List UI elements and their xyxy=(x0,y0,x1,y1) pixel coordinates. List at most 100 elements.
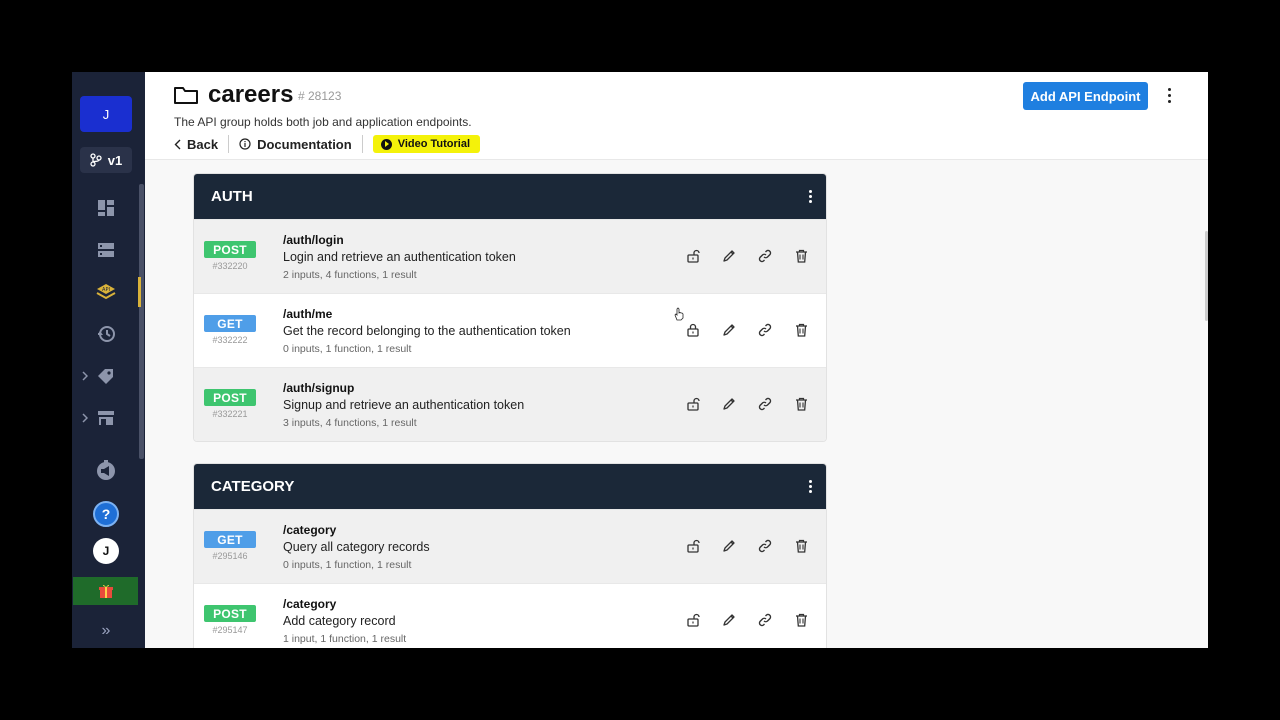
documentation-label: Documentation xyxy=(257,136,352,152)
chevron-right-icon[interactable] xyxy=(80,369,90,383)
video-tutorial-label: Video Tutorial xyxy=(397,138,471,150)
chevron-left-icon xyxy=(174,139,181,149)
delete-icon[interactable] xyxy=(792,537,810,555)
endpoint-id: #295147 xyxy=(212,625,248,635)
documentation-link[interactable]: Documentation xyxy=(239,137,352,152)
group-options-icon[interactable] xyxy=(809,190,812,203)
api-icon[interactable]: API xyxy=(92,278,120,306)
svg-text:API: API xyxy=(102,287,110,293)
help-icon[interactable]: ? xyxy=(93,501,119,527)
endpoint-meta: 3 inputs, 4 functions, 1 result xyxy=(283,417,417,429)
endpoint-description: Query all category records xyxy=(283,540,430,554)
link-icon[interactable] xyxy=(756,395,774,413)
endpoint-row[interactable]: GET #295146/category Query all category re… xyxy=(194,509,826,583)
delete-icon[interactable] xyxy=(792,395,810,413)
endpoint-row[interactable]: POST #332221/auth/signup Signup and retrie… xyxy=(194,367,826,441)
edit-icon[interactable] xyxy=(720,537,738,555)
lock-icon[interactable] xyxy=(684,321,702,339)
endpoint-actions xyxy=(684,247,810,265)
edit-icon[interactable] xyxy=(720,611,738,629)
endpoint-path[interactable]: /auth/me xyxy=(283,307,332,321)
method-badge: POST xyxy=(204,241,256,258)
link-icon[interactable] xyxy=(756,321,774,339)
unlock-icon[interactable] xyxy=(684,247,702,265)
branch-label: v1 xyxy=(107,152,123,168)
chevron-right-icon[interactable] xyxy=(80,411,90,425)
endpoint-group: CATEGORY GET #295146/category Query all cat… xyxy=(193,463,827,648)
endpoint-row[interactable]: POST #332220/auth/login Login and retrieve… xyxy=(194,219,826,293)
info-icon xyxy=(239,138,251,150)
announcement-icon[interactable] xyxy=(92,456,120,484)
group-header[interactable]: CATEGORY xyxy=(194,464,826,509)
group-header[interactable]: AUTH xyxy=(194,174,826,219)
link-icon[interactable] xyxy=(756,611,774,629)
branch-icon xyxy=(90,153,102,167)
method-badge: GET xyxy=(204,531,256,548)
delete-icon[interactable] xyxy=(792,247,810,265)
unlock-icon[interactable] xyxy=(684,537,702,555)
endpoint-id: #332222 xyxy=(212,335,248,345)
back-link[interactable]: Back xyxy=(174,137,218,152)
delete-icon[interactable] xyxy=(792,611,810,629)
delete-icon[interactable] xyxy=(792,321,810,339)
endpoint-meta: 0 inputs, 1 function, 1 result xyxy=(283,559,412,571)
unlock-icon[interactable] xyxy=(684,611,702,629)
user-avatar[interactable]: J xyxy=(93,538,119,564)
endpoint-actions xyxy=(684,537,810,555)
dashboard-icon[interactable] xyxy=(92,194,120,222)
method-badge: POST xyxy=(204,389,256,406)
add-api-endpoint-button[interactable]: Add API Endpoint xyxy=(1023,82,1148,110)
sidebar-scrollbar[interactable] xyxy=(139,184,144,459)
tags-icon[interactable] xyxy=(92,362,120,390)
nav-divider xyxy=(228,135,230,153)
endpoint-description: Signup and retrieve an authentication to… xyxy=(283,398,525,412)
edit-icon[interactable] xyxy=(720,321,738,339)
video-tutorial-button[interactable]: Video Tutorial xyxy=(372,135,481,153)
endpoint-actions xyxy=(684,321,810,339)
endpoint-meta: 0 inputs, 1 function, 1 result xyxy=(283,343,412,355)
endpoint-id: #332220 xyxy=(212,261,248,271)
endpoint-path[interactable]: /category xyxy=(283,523,336,537)
endpoint-meta: 1 input, 1 function, 1 result xyxy=(283,633,407,645)
sidebar: J v1 API ? J » xyxy=(72,72,145,648)
endpoint-actions xyxy=(684,611,810,629)
sidebar-active-indicator xyxy=(138,277,141,307)
endpoint-list: AUTH POST #332220/auth/login Login and retr… xyxy=(145,161,1208,648)
endpoint-path[interactable]: /auth/login xyxy=(283,233,344,247)
endpoint-group: AUTH POST #332220/auth/login Login and retr… xyxy=(193,173,827,442)
endpoint-meta: 2 inputs, 4 functions, 1 result xyxy=(283,269,417,281)
branch-selector[interactable]: v1 xyxy=(80,147,132,173)
unlock-icon[interactable] xyxy=(684,395,702,413)
page-description: The API group holds both job and applica… xyxy=(174,115,472,129)
header-nav: Back Documentation Video Tutorial xyxy=(174,134,481,154)
nav-divider xyxy=(361,135,363,153)
link-icon[interactable] xyxy=(756,247,774,265)
workspace-avatar[interactable]: J xyxy=(80,96,132,132)
endpoint-path[interactable]: /auth/signup xyxy=(283,381,354,395)
gift-icon[interactable] xyxy=(73,577,138,605)
link-icon[interactable] xyxy=(756,537,774,555)
group-options-icon[interactable] xyxy=(809,480,812,493)
play-icon xyxy=(380,138,392,150)
expand-sidebar-icon[interactable]: » xyxy=(92,620,120,642)
database-icon[interactable] xyxy=(92,236,120,264)
endpoint-row[interactable]: POST #295147/category Add category record 1… xyxy=(194,583,826,648)
endpoint-path[interactable]: /category xyxy=(283,597,336,611)
page-header: careers # 28123 The API group holds both… xyxy=(145,72,1208,160)
back-label: Back xyxy=(187,136,219,152)
endpoint-row[interactable]: GET #332222/auth/me Get the record belongi… xyxy=(194,293,826,367)
endpoint-description: Get the record belonging to the authenti… xyxy=(283,324,571,338)
endpoint-description: Login and retrieve an authentication tok… xyxy=(283,250,516,264)
more-options-icon[interactable] xyxy=(1161,84,1177,106)
method-badge: POST xyxy=(204,605,256,622)
endpoint-actions xyxy=(684,395,810,413)
folder-icon xyxy=(174,87,198,104)
marketplace-icon[interactable] xyxy=(92,404,120,432)
endpoint-description: Add category record xyxy=(283,614,396,628)
hand-cursor-icon xyxy=(674,307,684,321)
history-icon[interactable] xyxy=(92,320,120,348)
edit-icon[interactable] xyxy=(720,395,738,413)
edit-icon[interactable] xyxy=(720,247,738,265)
method-badge: GET xyxy=(204,315,256,332)
content-scrollbar[interactable] xyxy=(1205,231,1208,321)
